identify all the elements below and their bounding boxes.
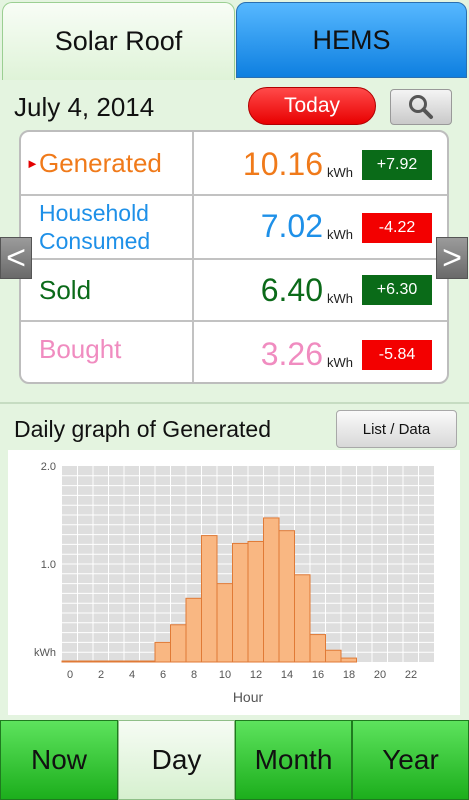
x-axis-label: Hour	[233, 689, 264, 705]
chart-bar	[340, 657, 357, 663]
search-icon	[409, 95, 433, 119]
x-tick-label: 16	[312, 669, 324, 681]
chart-bar	[325, 649, 342, 663]
summary-unit: kWh	[327, 291, 353, 306]
summary-label: Generated	[39, 148, 162, 178]
graph-title: Daily graph of Generated	[14, 416, 271, 442]
summary-delta-badge: +7.92	[362, 150, 432, 180]
list-data-button[interactable]: List / Data	[336, 410, 457, 448]
summary-unit: kWh	[327, 165, 353, 180]
x-tick-label: 8	[191, 669, 197, 681]
x-tick-label: 20	[374, 669, 386, 681]
tab-hems[interactable]: HEMS	[236, 2, 467, 78]
y-tick-label: 2.0	[41, 461, 56, 473]
graph-panel: Daily graph of Generated List / Data 2.0…	[0, 404, 469, 720]
chart-bar	[77, 660, 94, 663]
bottom-tab-bar: Now Day Month Year	[0, 720, 469, 800]
chart-bar	[154, 641, 171, 663]
summary-value: 6.40	[260, 272, 323, 308]
date-row: July 4, 2014 Today	[0, 80, 469, 130]
date-label: July 4, 2014	[14, 92, 155, 122]
x-tick-label: 2	[98, 669, 104, 681]
chart-bar	[216, 583, 233, 663]
daily-generation-chart: 2.0 1.0 kWh 0 2 4 6 8 10 12 14 16 18 20 22 Hour	[34, 461, 434, 705]
summary-row-household-consumed[interactable]: Household Consumed 7.02 kWh -4.22	[21, 196, 447, 260]
chart-bar	[247, 540, 264, 663]
summary-unit: kWh	[327, 355, 353, 370]
x-tick-label: 14	[281, 669, 293, 681]
chart-bar	[170, 624, 187, 663]
summary-delta-badge: +6.30	[362, 275, 432, 305]
summary-value: 10.16	[242, 146, 323, 182]
chart-bar	[123, 660, 140, 663]
summary-value: 7.02	[260, 208, 323, 244]
summary-row-bought[interactable]: Bought 3.26 kWh -5.84	[21, 322, 447, 382]
tab-month[interactable]: Month	[235, 720, 352, 800]
chevron-left-icon: <	[6, 239, 26, 277]
x-tick-label: 18	[343, 669, 355, 681]
x-tick-label: 4	[129, 669, 135, 681]
search-button[interactable]	[390, 89, 452, 125]
tab-year[interactable]: Year	[352, 720, 469, 800]
next-day-button[interactable]: >	[436, 237, 468, 279]
summary-label: Sold	[39, 275, 92, 305]
summary-value: 3.26	[260, 336, 323, 372]
chart-bar	[232, 542, 249, 663]
summary-row-sold[interactable]: Sold 6.40 kWh +6.30	[21, 260, 447, 322]
summary-delta-badge: -5.84	[362, 340, 432, 370]
x-tick-label: 22	[405, 669, 417, 681]
chart-bar	[278, 530, 295, 663]
chart-bar	[108, 660, 125, 663]
chart-bar	[61, 660, 78, 663]
summary-label: Household Consumed	[39, 200, 151, 254]
x-tick-label: 10	[219, 669, 231, 681]
x-tick-label: 6	[160, 669, 166, 681]
chart-bar	[139, 660, 156, 663]
prev-day-button[interactable]: <	[0, 237, 32, 279]
top-tab-bar: Solar Roof HEMS	[0, 0, 469, 80]
chart-area: 2.0 1.0 kWh 0 2 4 6 8 10 12 14 16 18 20 22 Hour	[8, 450, 460, 715]
chart-bar	[263, 517, 280, 663]
chart-bar	[309, 634, 326, 663]
chevron-right-icon: >	[442, 239, 462, 277]
summary-unit: kWh	[327, 227, 353, 242]
y-axis-label: kWh	[34, 647, 56, 659]
tab-solar-roof[interactable]: Solar Roof	[2, 2, 235, 80]
tab-now[interactable]: Now	[0, 720, 118, 800]
summary-label: Bought	[39, 334, 122, 364]
selected-marker-icon: ►	[26, 155, 39, 171]
tab-day[interactable]: Day	[118, 720, 235, 800]
chart-bar	[185, 597, 202, 663]
summary-row-generated[interactable]: ► Generated 10.16 kWh +7.92	[21, 132, 447, 196]
y-tick-label: 1.0	[41, 559, 56, 571]
x-tick-label: 0	[67, 669, 73, 681]
chart-bar	[92, 660, 109, 663]
chart-bar	[294, 574, 311, 663]
chart-bar	[201, 535, 218, 663]
energy-summary-table: ► Generated 10.16 kWh +7.92 Household Co…	[19, 130, 449, 384]
summary-delta-badge: -4.22	[362, 213, 432, 243]
x-tick-label: 12	[250, 669, 262, 681]
today-button[interactable]: Today	[248, 87, 376, 125]
